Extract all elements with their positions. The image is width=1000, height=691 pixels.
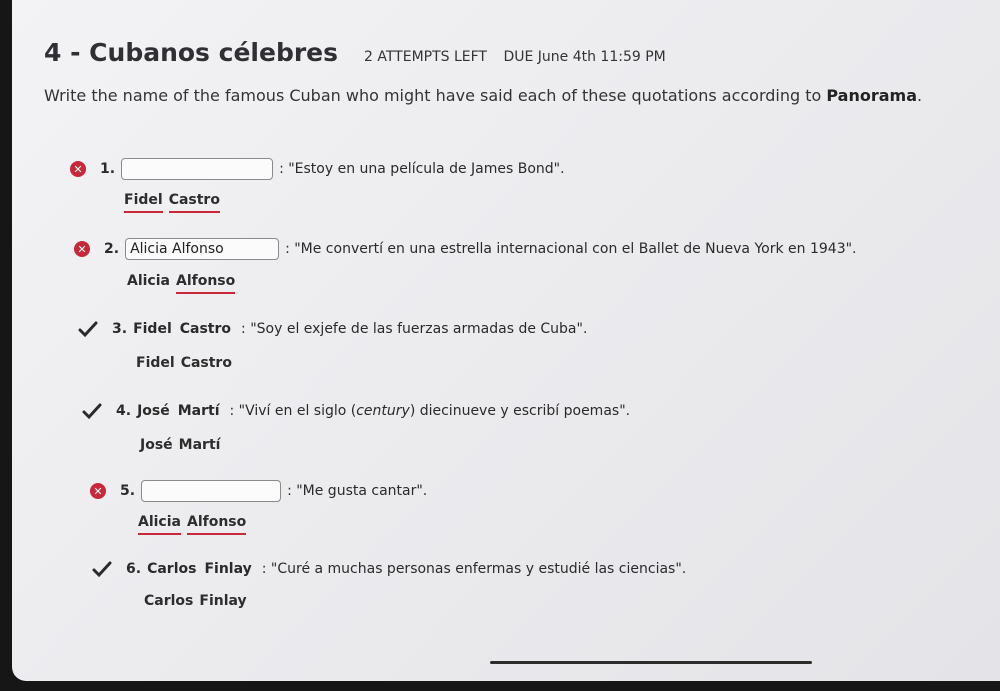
check-icon <box>82 403 102 420</box>
answer-input-5[interactable] <box>141 480 282 502</box>
correct-answer-2: Alicia Alfonso <box>127 273 236 294</box>
answer-input-1[interactable] <box>121 158 274 180</box>
question-number: 3. <box>112 321 128 337</box>
correct-answer-6: Carlos Finlay <box>144 593 247 609</box>
question-6: 6. Carlos Finlay : "Curé a muchas persona… <box>92 560 686 578</box>
correct-answer-5: Alicia Alfonso <box>138 514 247 535</box>
question-4: 4. José Martí : "Viví en el siglo (centur… <box>82 402 630 420</box>
question-number: 4. <box>116 403 132 419</box>
question-5: ✕ 5. : "Me gusta cantar". <box>90 480 427 502</box>
question-number: 6. <box>126 561 142 577</box>
question-number: 5. <box>120 483 136 499</box>
page-title: 4 - Cubanos célebres <box>44 38 339 67</box>
correct-answer-3: Fidel Castro <box>136 355 232 371</box>
quote-text: : "Estoy en una película de James Bond". <box>279 161 565 177</box>
due-date: DUE June 4th 11:59 PM <box>503 49 666 65</box>
quote-text: : "Viví en el siglo (century) diecinueve… <box>229 403 631 419</box>
question-3: 3. Fidel Castro : "Soy el exjefe de las f… <box>78 320 587 338</box>
question-number: 2. <box>104 241 120 257</box>
quote-text: : "Me convertí en una estrella internaci… <box>285 241 857 257</box>
quote-text: : "Soy el exjefe de las fuerzas armadas … <box>241 321 588 337</box>
quiz-screen: 4 - Cubanos célebres 2 ATTEMPTS LEFT DUE… <box>12 0 1000 681</box>
question-number: 1. <box>100 161 116 177</box>
attempts-left: 2 ATTEMPTS LEFT <box>364 49 487 65</box>
check-icon <box>78 321 98 338</box>
quote-text: : "Me gusta cantar". <box>287 483 428 499</box>
submitted-answer-4: José Martí <box>137 403 220 419</box>
submitted-answer-3: Fidel Castro <box>133 321 232 337</box>
incorrect-icon: ✕ <box>70 161 86 177</box>
check-icon <box>92 561 112 578</box>
correct-answer-1: Fidel Castro <box>124 192 220 213</box>
question-2: ✕ 2. Alicia Alfonso : "Me convertí en un… <box>74 238 857 260</box>
instructions: Write the name of the famous Cuban who m… <box>44 86 923 105</box>
question-1: ✕ 1. : "Estoy en una película de James B… <box>70 158 565 180</box>
incorrect-icon: ✕ <box>90 483 106 499</box>
screen-bezel-notch <box>0 226 12 244</box>
horizontal-scrollbar[interactable] <box>490 661 812 664</box>
attempts-meta: 2 ATTEMPTS LEFT DUE June 4th 11:59 PM <box>364 49 666 65</box>
quote-text: : "Curé a muchas personas enfermas y est… <box>261 561 687 577</box>
incorrect-icon: ✕ <box>74 241 90 257</box>
answer-input-2[interactable]: Alicia Alfonso <box>125 238 280 260</box>
submitted-answer-6: Carlos Finlay <box>147 561 252 577</box>
quiz-header: 4 - Cubanos célebres 2 ATTEMPTS LEFT DUE… <box>44 38 666 67</box>
correct-answer-4: José Martí <box>140 437 221 453</box>
